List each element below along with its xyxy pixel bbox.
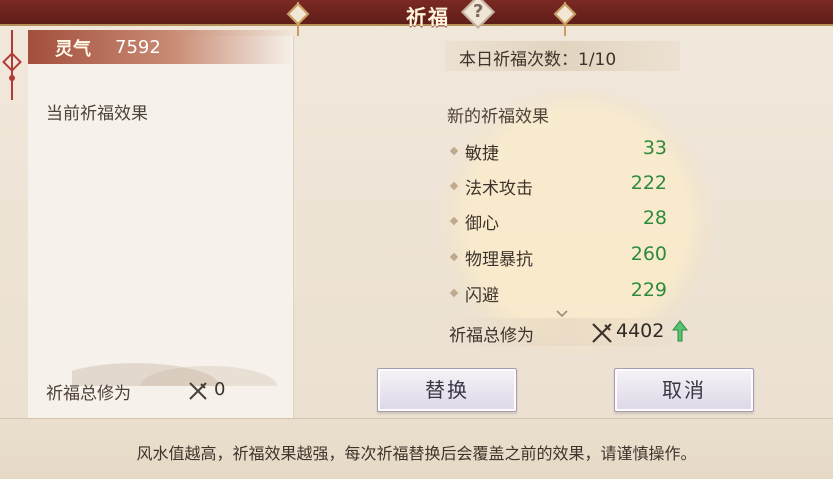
stat-row: 敏捷 33 — [449, 136, 671, 166]
new-total-label: 祈福总修为 — [449, 326, 534, 346]
swords-icon — [189, 382, 207, 400]
replace-button[interactable]: 替换 — [377, 368, 517, 412]
stat-name: 法术攻击 — [465, 179, 533, 199]
bullet-icon — [449, 288, 459, 298]
bullet-icon — [449, 181, 459, 191]
new-total-value: 4402 — [616, 320, 665, 342]
swords-icon — [592, 323, 612, 343]
stat-value: 229 — [630, 279, 667, 301]
window-title: 祈福 — [406, 5, 450, 29]
stat-name: 御心 — [465, 214, 499, 234]
new-effect-title: 新的祈福效果 — [447, 107, 549, 127]
notice-text: 风水值越高，祈福效果越强，每次祈福替换后会覆盖之前的效果，请谨慎操作。 — [136, 444, 697, 463]
help-symbol[interactable]: ? — [473, 1, 483, 22]
stat-row: 闪避 229 — [449, 278, 671, 308]
currency-value: 7592 — [115, 37, 161, 58]
up-arrow-icon — [672, 320, 688, 342]
bullet-icon — [449, 252, 459, 262]
stat-name: 物理暴抗 — [465, 250, 533, 270]
current-effect-title: 当前祈福效果 — [46, 104, 148, 124]
title-ornament-right — [564, 2, 566, 36]
title-group: 祈福 ? — [372, 0, 542, 29]
current-total-label: 祈福总修为 — [46, 384, 131, 404]
knot-ornament-icon — [2, 30, 22, 100]
title-ornament-left — [297, 2, 299, 36]
stat-name: 闪避 — [465, 286, 499, 306]
stat-row: 御心 28 — [449, 206, 671, 236]
stat-name: 敏捷 — [465, 144, 499, 164]
currency-label: 灵气 — [55, 39, 91, 60]
current-total-value: 0 — [214, 379, 226, 400]
stat-value: 222 — [630, 172, 667, 194]
bullet-icon — [449, 216, 459, 226]
cancel-button[interactable]: 取消 — [614, 368, 754, 412]
stat-row: 法术攻击 222 — [449, 171, 671, 201]
stat-row: 物理暴抗 260 — [449, 242, 671, 272]
stat-value: 33 — [642, 137, 667, 159]
stat-value: 28 — [642, 207, 667, 229]
bullet-icon — [449, 146, 459, 156]
daily-count-text: 本日祈福次数：1/10 — [459, 50, 617, 70]
chevron-down-icon[interactable] — [556, 310, 568, 318]
stat-value: 260 — [630, 243, 667, 265]
